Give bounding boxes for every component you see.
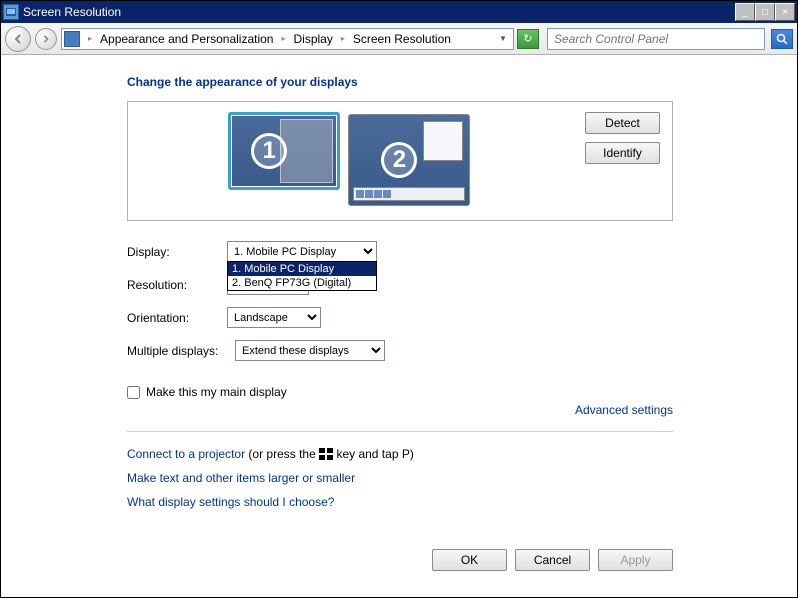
projector-link[interactable]: Connect to a projector [127, 447, 245, 461]
resolution-label: Resolution: [127, 278, 227, 292]
breadcrumb-1[interactable]: Appearance and Personalization [100, 32, 273, 46]
search-button[interactable] [771, 29, 793, 49]
monitor-number: 2 [381, 142, 417, 178]
window-title: Screen Resolution [23, 5, 735, 19]
main-display-label: Make this my main display [146, 385, 287, 399]
projector-hint-pre: (or press the [245, 447, 319, 461]
close-button[interactable]: × [775, 3, 795, 21]
chevron-right-icon: ▸ [277, 34, 289, 43]
search-input[interactable] [548, 32, 764, 46]
multiple-displays-select[interactable]: Extend these displays [235, 340, 385, 361]
identify-button[interactable]: Identify [585, 142, 660, 164]
chevron-right-icon: ▸ [337, 34, 349, 43]
maximize-button[interactable]: □ [755, 3, 775, 21]
monitor-1[interactable]: 1 [228, 112, 340, 190]
navbar: ▸ Appearance and Personalization ▸ Displ… [1, 23, 797, 55]
back-button[interactable] [5, 26, 31, 52]
display-option-2[interactable]: 2. BenQ FP73G (Digital) [228, 276, 376, 290]
display-dropdown-list: 1. Mobile PC Display 2. BenQ FP73G (Digi… [227, 261, 377, 291]
chevron-right-icon: ▸ [84, 34, 96, 43]
separator [127, 431, 673, 432]
display-arrangement-box[interactable]: 1 2 Detect Identify [127, 101, 673, 221]
multiple-displays-label: Multiple displays: [127, 344, 235, 358]
breadcrumb-3[interactable]: Screen Resolution [353, 32, 451, 46]
orientation-select[interactable]: Landscape [227, 307, 321, 328]
app-icon [3, 4, 19, 20]
breadcrumb-2[interactable]: Display [294, 32, 333, 46]
ok-button[interactable]: OK [432, 549, 507, 571]
text-size-link[interactable]: Make text and other items larger or smal… [127, 471, 355, 485]
monitor-icon [64, 31, 80, 47]
refresh-button[interactable]: ↻ [517, 29, 539, 49]
cancel-button[interactable]: Cancel [515, 549, 590, 571]
display-option-1[interactable]: 1. Mobile PC Display [228, 262, 376, 276]
main-display-checkbox[interactable] [127, 386, 140, 399]
windows-key-icon [319, 448, 333, 460]
monitor-number: 1 [251, 133, 287, 169]
page-heading: Change the appearance of your displays [127, 75, 797, 89]
projector-hint-post: key and tap P) [333, 447, 414, 461]
display-label: Display: [127, 245, 227, 259]
detect-button[interactable]: Detect [585, 112, 660, 134]
titlebar: Screen Resolution _ □ × [1, 1, 797, 23]
forward-button[interactable] [35, 28, 57, 50]
monitor-2[interactable]: 2 [348, 114, 470, 206]
display-select[interactable]: 1. Mobile PC Display [227, 241, 377, 262]
search-box[interactable] [547, 28, 765, 50]
minimize-button[interactable]: _ [735, 3, 755, 21]
help-link[interactable]: What display settings should I choose? [127, 495, 334, 509]
orientation-label: Orientation: [127, 311, 227, 325]
address-bar[interactable]: ▸ Appearance and Personalization ▸ Displ… [61, 28, 514, 50]
advanced-settings-link[interactable]: Advanced settings [575, 403, 673, 417]
address-dropdown-icon[interactable]: ▼ [495, 34, 511, 43]
apply-button[interactable]: Apply [598, 549, 673, 571]
